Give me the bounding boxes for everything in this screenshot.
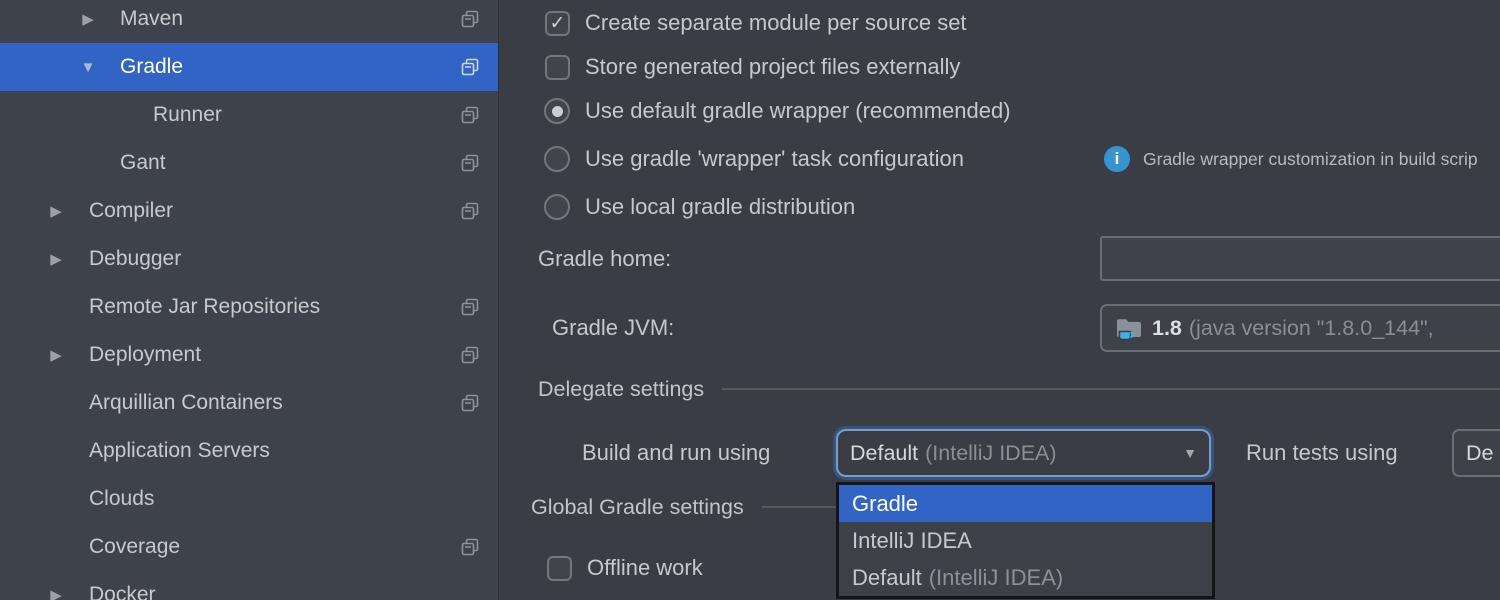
store-generated-files-checkbox[interactable] [545, 55, 570, 80]
section-divider [722, 388, 1500, 390]
build-run-using-label: Build and run using [582, 429, 770, 477]
offline-work-label: Offline work [587, 555, 703, 581]
sidebar-item-label: Deployment [0, 343, 201, 367]
sidebar-item-application-servers[interactable]: Application Servers [0, 427, 498, 475]
chevron-right-icon[interactable]: ▶ [78, 10, 98, 28]
build-run-value: Default [850, 441, 918, 466]
sidebar-item-coverage[interactable]: Coverage [0, 523, 498, 571]
use-default-wrapper-radio[interactable] [544, 98, 570, 124]
sidebar-item-label: Debugger [0, 247, 181, 271]
gradle-home-label: Gradle home: [538, 236, 671, 281]
use-default-wrapper-label: Use default gradle wrapper (recommended) [585, 98, 1011, 124]
chevron-right-icon[interactable]: ▶ [46, 202, 66, 220]
sidebar-item-label: Application Servers [0, 439, 270, 463]
sidebar-item-label: Remote Jar Repositories [0, 295, 320, 319]
build-run-dropdown-popup: Gradle IntelliJ IDEA Default (IntelliJ I… [836, 482, 1215, 599]
global-gradle-settings-section: Global Gradle settings [531, 486, 836, 528]
build-run-using-combobox[interactable]: Default (IntelliJ IDEA) ▼ [836, 429, 1211, 477]
create-separate-module-row: ✓ Create separate module per source set [545, 0, 967, 46]
build-run-value-detail: (IntelliJ IDEA) [925, 441, 1056, 466]
wrapper-hint-text: Gradle wrapper customization in build sc… [1143, 149, 1478, 170]
modified-indicator-icon [461, 202, 479, 220]
chevron-right-icon[interactable]: ▶ [46, 586, 66, 600]
create-separate-module-checkbox[interactable]: ✓ [545, 11, 570, 36]
modified-indicator-icon [461, 10, 479, 28]
sidebar-item-gant[interactable]: Gant [0, 139, 498, 187]
sidebar-item-docker[interactable]: ▶ Docker [0, 571, 498, 600]
sidebar-item-label: Clouds [0, 487, 154, 511]
offline-work-checkbox[interactable] [547, 556, 572, 581]
gradle-home-input[interactable] [1100, 236, 1500, 281]
sidebar-item-deployment[interactable]: ▶ Deployment [0, 331, 498, 379]
check-icon: ✓ [550, 14, 566, 33]
dropdown-option-intellij-idea[interactable]: IntelliJ IDEA [839, 522, 1212, 559]
sidebar-item-label: Docker [0, 583, 156, 600]
settings-tree: ▶ Maven ▼ Gradle Runner Gant [0, 0, 499, 600]
store-generated-files-row: Store generated project files externally [545, 44, 960, 90]
gradle-jvm-value-detail: (java version "1.8.0_144", [1189, 316, 1434, 341]
create-separate-module-label: Create separate module per source set [585, 10, 967, 36]
use-local-distribution-row: Use local gradle distribution [544, 184, 855, 230]
sidebar-item-label: Arquillian Containers [0, 391, 283, 415]
sidebar-item-arquillian-containers[interactable]: Arquillian Containers [0, 379, 498, 427]
run-tests-using-combobox[interactable]: De [1452, 429, 1500, 477]
chevron-down-icon: ▼ [1173, 445, 1197, 461]
sidebar-item-runner[interactable]: Runner [0, 91, 498, 139]
use-wrapper-task-row: Use gradle 'wrapper' task configuration [544, 136, 964, 182]
sidebar-item-remote-jar-repositories[interactable]: Remote Jar Repositories [0, 283, 498, 331]
delegate-settings-title: Delegate settings [538, 377, 704, 402]
sidebar-item-maven[interactable]: ▶ Maven [0, 0, 498, 43]
modified-indicator-icon [461, 394, 479, 412]
delegate-settings-section: Delegate settings [538, 368, 1500, 410]
run-tests-using-label: Run tests using [1246, 429, 1398, 477]
gradle-jvm-label: Gradle JVM: [552, 304, 674, 352]
global-gradle-settings-title: Global Gradle settings [531, 495, 744, 520]
chevron-down-icon[interactable]: ▼ [78, 59, 98, 76]
use-default-wrapper-row: Use default gradle wrapper (recommended) [544, 88, 1011, 134]
chevron-right-icon[interactable]: ▶ [46, 250, 66, 268]
sidebar-item-compiler[interactable]: ▶ Compiler [0, 187, 498, 235]
wrapper-hint-row: i Gradle wrapper customization in build … [1104, 136, 1478, 182]
gradle-jvm-combobox[interactable]: 1.8 (java version "1.8.0_144", [1100, 304, 1500, 352]
jdk-icon [1114, 313, 1144, 343]
info-icon: i [1104, 146, 1130, 172]
modified-indicator-icon [461, 106, 479, 124]
offline-work-row: Offline work [547, 544, 703, 592]
modified-indicator-icon [461, 346, 479, 364]
modified-indicator-icon [461, 58, 479, 76]
dropdown-option-default[interactable]: Default (IntelliJ IDEA) [839, 559, 1212, 596]
sidebar-item-clouds[interactable]: Clouds [0, 475, 498, 523]
modified-indicator-icon [461, 154, 479, 172]
dropdown-option-gradle[interactable]: Gradle [839, 485, 1212, 522]
modified-indicator-icon [461, 298, 479, 316]
sidebar-item-label: Coverage [0, 535, 180, 559]
use-local-distribution-radio[interactable] [544, 194, 570, 220]
sidebar-item-label: Runner [0, 103, 222, 127]
sidebar-item-label: Compiler [0, 199, 173, 223]
use-wrapper-task-radio[interactable] [544, 146, 570, 172]
use-wrapper-task-label: Use gradle 'wrapper' task configuration [585, 146, 964, 172]
sidebar-item-label: Gant [0, 151, 166, 175]
modified-indicator-icon [461, 538, 479, 556]
chevron-right-icon[interactable]: ▶ [46, 346, 66, 364]
gradle-jvm-value: 1.8 [1152, 316, 1182, 341]
sidebar-item-gradle[interactable]: ▼ Gradle [0, 43, 498, 91]
sidebar-item-debugger[interactable]: ▶ Debugger [0, 235, 498, 283]
settings-dialog: ▶ Maven ▼ Gradle Runner Gant [0, 0, 1500, 600]
section-divider [762, 506, 836, 508]
settings-tree-rows: ▶ Maven ▼ Gradle Runner Gant [0, 0, 498, 600]
run-tests-value: De [1466, 441, 1493, 466]
store-generated-files-label: Store generated project files externally [585, 54, 960, 80]
use-local-distribution-label: Use local gradle distribution [585, 194, 855, 220]
